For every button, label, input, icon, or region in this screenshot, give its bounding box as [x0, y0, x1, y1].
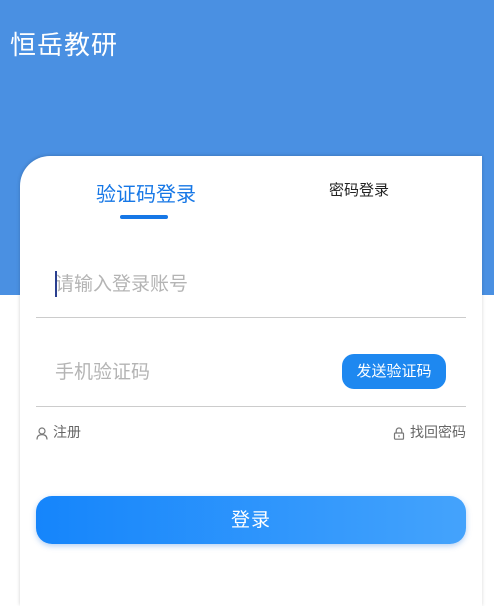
send-code-button[interactable]: 发送验证码 [342, 354, 446, 389]
text-caret [55, 271, 57, 297]
sms-code-field: 发送验证码 [36, 344, 466, 407]
find-password-link[interactable]: 找回密码 [393, 422, 466, 444]
tab-password-login[interactable]: 密码登录 [314, 174, 404, 206]
sms-code-input[interactable] [55, 356, 335, 388]
account-field [36, 256, 466, 318]
login-button[interactable]: 登录 [36, 496, 466, 544]
tab-sms-login[interactable]: 验证码登录 [96, 178, 196, 210]
app-title: 恒岳教研 [10, 31, 119, 61]
register-label: 注册 [53, 425, 81, 441]
lock-icon [393, 426, 405, 440]
find-password-label: 找回密码 [410, 425, 466, 441]
account-input[interactable] [55, 268, 335, 300]
login-card: 验证码登录 密码登录 发送验证码 注册 找回密码 登录 [20, 156, 482, 606]
active-tab-indicator [120, 215, 168, 219]
user-icon [36, 426, 48, 440]
register-link[interactable]: 注册 [36, 422, 81, 444]
